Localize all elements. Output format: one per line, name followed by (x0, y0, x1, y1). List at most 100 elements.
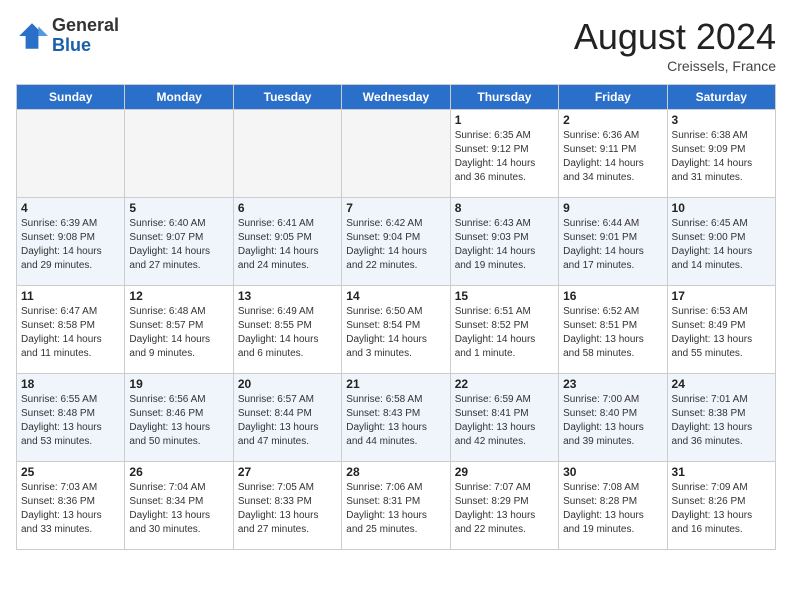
calendar-cell: 30 Sunrise: 7:08 AM Sunset: 8:28 PM Dayli… (559, 462, 667, 550)
day-info: Sunrise: 6:42 AM Sunset: 9:04 PM Dayligh… (346, 217, 445, 273)
location: Creissels, France (574, 58, 776, 74)
day-info: Sunrise: 6:40 AM Sunset: 9:07 PM Dayligh… (129, 217, 228, 273)
day-number: 19 (129, 377, 228, 391)
calendar-cell: 28 Sunrise: 7:06 AM Sunset: 8:31 PM Dayli… (342, 462, 450, 550)
day-info: Sunrise: 6:44 AM Sunset: 9:01 PM Dayligh… (563, 217, 662, 273)
weekday-tuesday: Tuesday (233, 85, 341, 110)
day-info: Sunrise: 6:58 AM Sunset: 8:43 PM Dayligh… (346, 393, 445, 449)
calendar-cell: 13 Sunrise: 6:49 AM Sunset: 8:55 PM Dayli… (233, 286, 341, 374)
calendar-cell: 11 Sunrise: 6:47 AM Sunset: 8:58 PM Dayli… (17, 286, 125, 374)
calendar-cell: 29 Sunrise: 7:07 AM Sunset: 8:29 PM Dayli… (450, 462, 558, 550)
day-number: 14 (346, 289, 445, 303)
logo-general: General (52, 16, 119, 36)
day-info: Sunrise: 6:35 AM Sunset: 9:12 PM Dayligh… (455, 129, 554, 185)
day-info: Sunrise: 6:45 AM Sunset: 9:00 PM Dayligh… (672, 217, 771, 273)
weekday-thursday: Thursday (450, 85, 558, 110)
day-number: 1 (455, 113, 554, 127)
logo-blue: Blue (52, 36, 119, 56)
day-info: Sunrise: 6:53 AM Sunset: 8:49 PM Dayligh… (672, 305, 771, 361)
calendar-cell: 4 Sunrise: 6:39 AM Sunset: 9:08 PM Daylig… (17, 198, 125, 286)
calendar-cell: 10 Sunrise: 6:45 AM Sunset: 9:00 PM Dayli… (667, 198, 775, 286)
day-number: 25 (21, 465, 120, 479)
day-number: 13 (238, 289, 337, 303)
day-number: 21 (346, 377, 445, 391)
calendar-week-4: 18 Sunrise: 6:55 AM Sunset: 8:48 PM Dayli… (17, 374, 776, 462)
day-info: Sunrise: 7:08 AM Sunset: 8:28 PM Dayligh… (563, 481, 662, 537)
day-number: 26 (129, 465, 228, 479)
day-number: 11 (21, 289, 120, 303)
day-number: 16 (563, 289, 662, 303)
day-info: Sunrise: 6:56 AM Sunset: 8:46 PM Dayligh… (129, 393, 228, 449)
weekday-header-row: SundayMondayTuesdayWednesdayThursdayFrid… (17, 85, 776, 110)
calendar-cell: 8 Sunrise: 6:43 AM Sunset: 9:03 PM Daylig… (450, 198, 558, 286)
day-info: Sunrise: 7:01 AM Sunset: 8:38 PM Dayligh… (672, 393, 771, 449)
calendar-cell: 31 Sunrise: 7:09 AM Sunset: 8:26 PM Dayli… (667, 462, 775, 550)
calendar-cell: 12 Sunrise: 6:48 AM Sunset: 8:57 PM Dayli… (125, 286, 233, 374)
logo-icon (16, 20, 48, 52)
calendar-cell: 18 Sunrise: 6:55 AM Sunset: 8:48 PM Dayli… (17, 374, 125, 462)
calendar-cell: 23 Sunrise: 7:00 AM Sunset: 8:40 PM Dayli… (559, 374, 667, 462)
day-info: Sunrise: 6:49 AM Sunset: 8:55 PM Dayligh… (238, 305, 337, 361)
day-number: 27 (238, 465, 337, 479)
day-info: Sunrise: 6:51 AM Sunset: 8:52 PM Dayligh… (455, 305, 554, 361)
calendar-table: SundayMondayTuesdayWednesdayThursdayFrid… (16, 84, 776, 550)
day-number: 6 (238, 201, 337, 215)
day-info: Sunrise: 6:59 AM Sunset: 8:41 PM Dayligh… (455, 393, 554, 449)
day-number: 12 (129, 289, 228, 303)
day-info: Sunrise: 7:00 AM Sunset: 8:40 PM Dayligh… (563, 393, 662, 449)
calendar-cell: 15Sunrise: 6:51 AM Sunset: 8:52 PM Dayli… (450, 286, 558, 374)
day-number: 7 (346, 201, 445, 215)
day-number: 24 (672, 377, 771, 391)
day-number: 3 (672, 113, 771, 127)
calendar-cell: 16 Sunrise: 6:52 AM Sunset: 8:51 PM Dayli… (559, 286, 667, 374)
title-block: August 2024 Creissels, France (574, 16, 776, 74)
calendar-cell: 7 Sunrise: 6:42 AM Sunset: 9:04 PM Daylig… (342, 198, 450, 286)
day-info: Sunrise: 7:03 AM Sunset: 8:36 PM Dayligh… (21, 481, 120, 537)
day-info: Sunrise: 6:41 AM Sunset: 9:05 PM Dayligh… (238, 217, 337, 273)
day-info: Sunrise: 7:09 AM Sunset: 8:26 PM Dayligh… (672, 481, 771, 537)
month-title: August 2024 (574, 16, 776, 58)
day-info: Sunrise: 6:52 AM Sunset: 8:51 PM Dayligh… (563, 305, 662, 361)
calendar-cell (125, 110, 233, 198)
day-info: Sunrise: 7:07 AM Sunset: 8:29 PM Dayligh… (455, 481, 554, 537)
day-number: 10 (672, 201, 771, 215)
day-info: Sunrise: 6:50 AM Sunset: 8:54 PM Dayligh… (346, 305, 445, 361)
day-info: Sunrise: 6:43 AM Sunset: 9:03 PM Dayligh… (455, 217, 554, 273)
day-info: Sunrise: 6:55 AM Sunset: 8:48 PM Dayligh… (21, 393, 120, 449)
weekday-wednesday: Wednesday (342, 85, 450, 110)
calendar-week-2: 4 Sunrise: 6:39 AM Sunset: 9:08 PM Daylig… (17, 198, 776, 286)
day-number: 22 (455, 377, 554, 391)
day-info: Sunrise: 6:36 AM Sunset: 9:11 PM Dayligh… (563, 129, 662, 185)
day-info: Sunrise: 6:39 AM Sunset: 9:08 PM Dayligh… (21, 217, 120, 273)
day-number: 2 (563, 113, 662, 127)
day-number: 8 (455, 201, 554, 215)
calendar-cell (17, 110, 125, 198)
day-info: Sunrise: 7:06 AM Sunset: 8:31 PM Dayligh… (346, 481, 445, 537)
calendar-week-1: 1 Sunrise: 6:35 AM Sunset: 9:12 PM Daylig… (17, 110, 776, 198)
day-number: 18 (21, 377, 120, 391)
day-info: Sunrise: 6:48 AM Sunset: 8:57 PM Dayligh… (129, 305, 228, 361)
calendar-cell: 21 Sunrise: 6:58 AM Sunset: 8:43 PM Dayli… (342, 374, 450, 462)
calendar-cell: 14 Sunrise: 6:50 AM Sunset: 8:54 PM Dayli… (342, 286, 450, 374)
day-info: Sunrise: 6:57 AM Sunset: 8:44 PM Dayligh… (238, 393, 337, 449)
day-info: Sunrise: 6:47 AM Sunset: 8:58 PM Dayligh… (21, 305, 120, 361)
day-number: 28 (346, 465, 445, 479)
page-header: General Blue August 2024 Creissels, Fran… (16, 16, 776, 74)
day-number: 23 (563, 377, 662, 391)
day-number: 29 (455, 465, 554, 479)
calendar-cell: 20Sunrise: 6:57 AM Sunset: 8:44 PM Dayli… (233, 374, 341, 462)
day-number: 31 (672, 465, 771, 479)
calendar-cell: 26Sunrise: 7:04 AM Sunset: 8:34 PM Dayli… (125, 462, 233, 550)
calendar-cell: 1 Sunrise: 6:35 AM Sunset: 9:12 PM Daylig… (450, 110, 558, 198)
day-number: 5 (129, 201, 228, 215)
weekday-monday: Monday (125, 85, 233, 110)
day-info: Sunrise: 6:38 AM Sunset: 9:09 PM Dayligh… (672, 129, 771, 185)
calendar-cell: 27 Sunrise: 7:05 AM Sunset: 8:33 PM Dayli… (233, 462, 341, 550)
logo: General Blue (16, 16, 119, 56)
day-number: 4 (21, 201, 120, 215)
day-info: Sunrise: 7:05 AM Sunset: 8:33 PM Dayligh… (238, 481, 337, 537)
weekday-saturday: Saturday (667, 85, 775, 110)
calendar-cell: 19 Sunrise: 6:56 AM Sunset: 8:46 PM Dayli… (125, 374, 233, 462)
day-number: 30 (563, 465, 662, 479)
day-number: 9 (563, 201, 662, 215)
